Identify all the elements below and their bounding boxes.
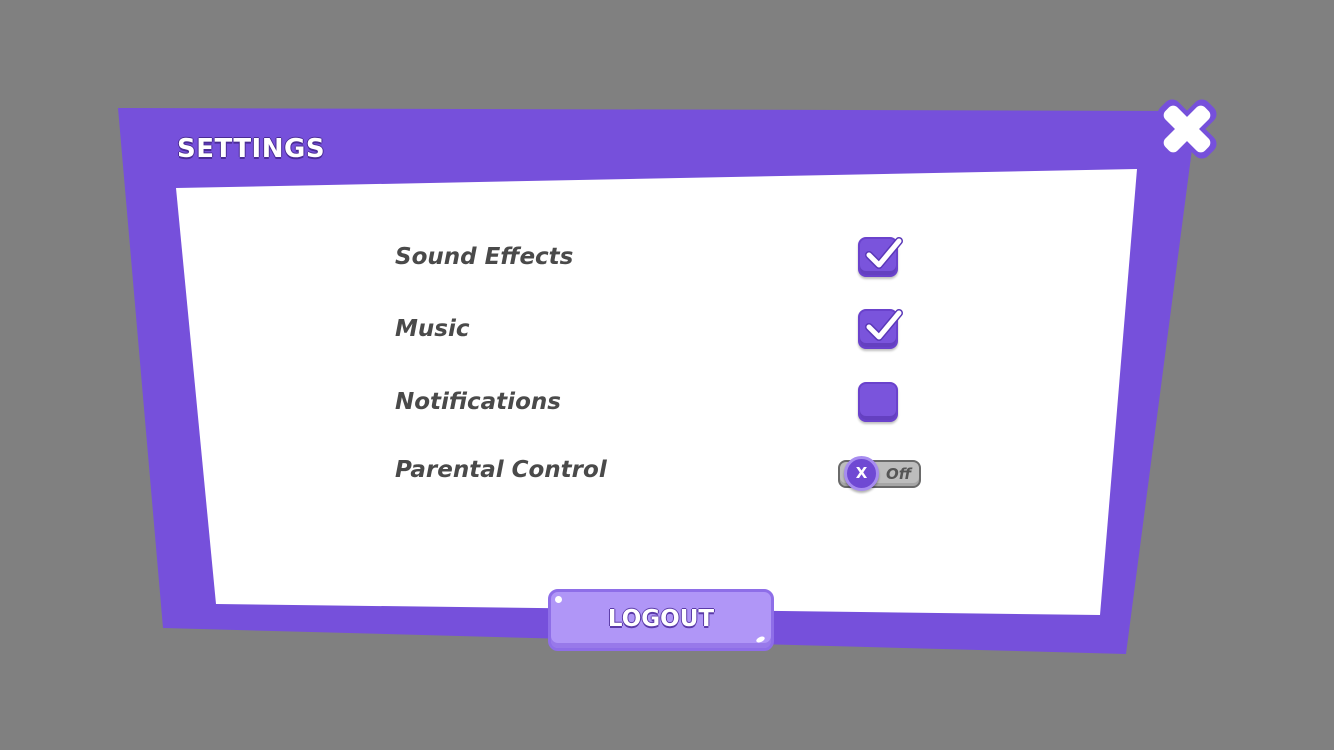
checkmark-icon: [865, 309, 903, 341]
toggle-state-label: Off: [886, 465, 912, 483]
logout-label: LOGOUT: [607, 606, 715, 632]
button-shine-decoration: [755, 635, 766, 644]
sound-effects-label: Sound Effects: [395, 244, 574, 270]
close-icon: [1157, 99, 1217, 159]
music-checkbox[interactable]: [858, 309, 903, 349]
sound-effects-checkbox[interactable]: [858, 237, 903, 277]
parental-control-toggle[interactable]: X Off: [838, 456, 921, 491]
button-shine-decoration: [555, 596, 562, 603]
notifications-label: Notifications: [395, 389, 561, 415]
settings-dialog: SETTINGS Sound Effects Music Notificatio…: [0, 0, 1334, 750]
toggle-knob: X: [844, 456, 879, 491]
parental-control-label: Parental Control: [395, 457, 607, 483]
dialog-title: SETTINGS: [177, 134, 326, 164]
music-label: Music: [395, 316, 470, 342]
notifications-checkbox[interactable]: [858, 382, 898, 422]
close-button[interactable]: [1150, 92, 1224, 166]
logout-button[interactable]: LOGOUT: [548, 589, 774, 651]
checkmark-icon: [865, 237, 903, 269]
